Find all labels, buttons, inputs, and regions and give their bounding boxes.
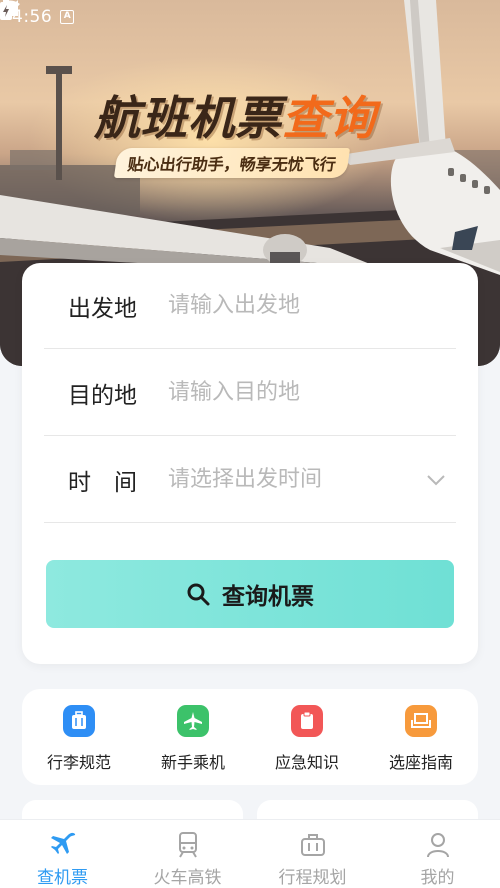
destination-label: 目的地: [68, 382, 137, 409]
quick-services: 行李规范 新手乘机 应急知识 选座指南: [22, 689, 478, 785]
battery-charging-icon: [0, 0, 12, 20]
departure-input[interactable]: [168, 293, 398, 318]
hero-subtitle: 贴心出行助手，畅享无忧飞行: [113, 148, 351, 178]
quick-item-emergency[interactable]: 应急知识: [250, 689, 364, 785]
quick-item-label: 行李规范: [46, 753, 111, 772]
status-bar: 4:56 A: [0, 0, 500, 34]
search-button-label: 查询机票: [222, 583, 314, 609]
search-flights-button[interactable]: 查询机票: [46, 560, 454, 628]
seat-icon: [405, 705, 437, 737]
departure-label: 出发地: [68, 295, 137, 322]
quick-item-seat-guide[interactable]: 选座指南: [364, 689, 478, 785]
departure-row[interactable]: 出发地: [44, 263, 456, 349]
nav-label: 我的: [420, 868, 455, 888]
quick-item-luggage[interactable]: 行李规范: [22, 689, 136, 785]
quick-item-label: 选座指南: [388, 753, 453, 772]
nav-label: 查机票: [37, 868, 88, 888]
time-row[interactable]: 时 间: [44, 437, 456, 523]
nav-item-profile[interactable]: 我的: [375, 820, 500, 888]
quick-item-label: 应急知识: [274, 753, 339, 772]
airplane-icon: [50, 832, 75, 854]
time-select[interactable]: [168, 467, 398, 492]
emergency-icon: [291, 705, 323, 737]
hero-title-accent: 查询: [282, 91, 376, 145]
luggage-icon: [63, 705, 95, 737]
user-icon: [426, 833, 449, 858]
nav-item-trip-planning[interactable]: 行程规划: [250, 820, 375, 888]
train-icon: [178, 832, 197, 858]
nav-label: 行程规划: [278, 868, 347, 888]
nav-label: 火车高铁: [153, 868, 222, 888]
hero-title-main: 航班机票: [94, 91, 282, 145]
destination-row[interactable]: 目的地: [44, 350, 456, 436]
destination-input[interactable]: [168, 380, 398, 405]
bottom-navigation: 查机票 火车高铁 行程规划 我的: [0, 820, 500, 888]
search-icon: [187, 583, 210, 606]
a-box-icon: A: [60, 10, 75, 24]
chevron-down-icon[interactable]: [426, 474, 446, 486]
quick-item-label: 新手乘机: [160, 753, 225, 772]
flight-search-card: 出发地 目的地 时 间 查询机票: [22, 263, 478, 664]
suitcase-icon: [300, 834, 325, 856]
nav-item-flights[interactable]: 查机票: [0, 820, 125, 888]
quick-item-first-flight[interactable]: 新手乘机: [136, 689, 250, 785]
hero-title: 航班机票查询: [94, 82, 376, 148]
airplane-icon: [177, 705, 209, 737]
time-label: 时 间: [68, 469, 137, 496]
nav-item-trains[interactable]: 火车高铁: [125, 820, 250, 888]
